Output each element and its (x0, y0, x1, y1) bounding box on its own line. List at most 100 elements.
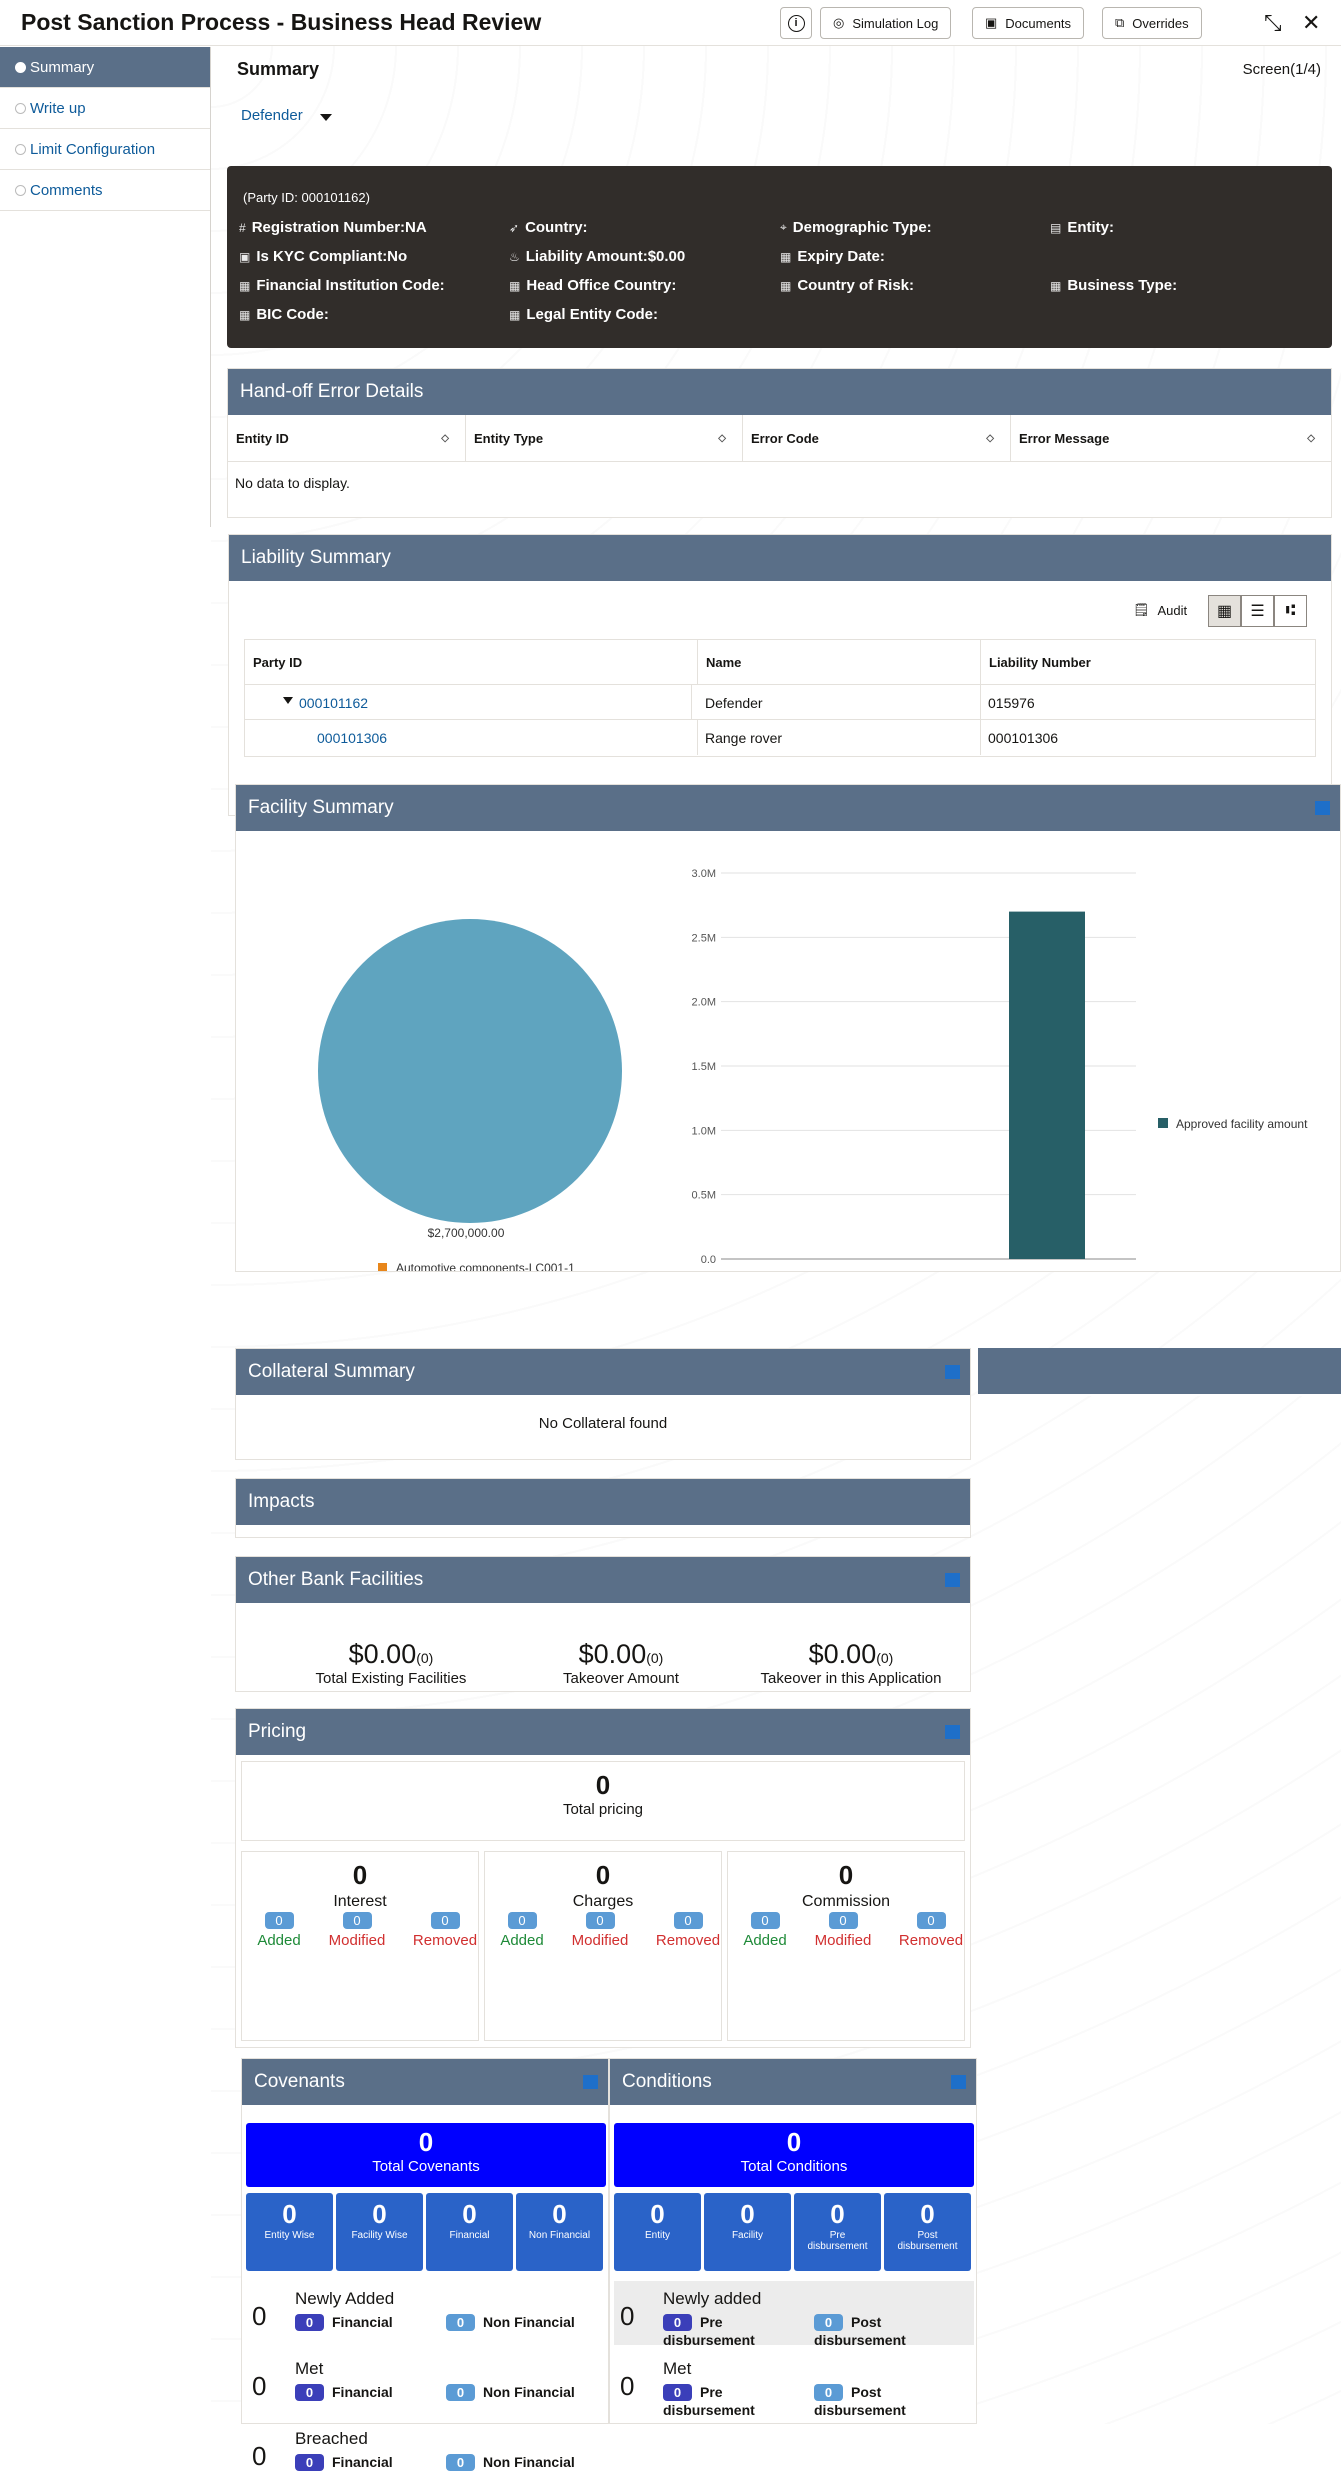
panel-title-text: Collateral Summary (248, 1361, 415, 1382)
party-id-link[interactable]: 000101162 (292, 685, 692, 720)
summary-box[interactable]: 0 Facility Wise (336, 2193, 423, 2271)
list-view-icon[interactable]: ☰ (1241, 595, 1274, 627)
table-row[interactable]: 000101162 Defender 015976 (245, 684, 1315, 720)
row-count: 0 (620, 2301, 635, 2331)
grid-icon[interactable] (583, 2075, 598, 2089)
sort-icon[interactable]: ◇ (986, 433, 994, 444)
y-tick-label: 0.0 (701, 1254, 716, 1266)
y-tick-label: 2.0M (692, 997, 716, 1009)
panel-title-text: Other Bank Facilities (248, 1569, 424, 1590)
summary-box[interactable]: 0 Non Financial (516, 2193, 603, 2271)
count-badge: 0 (916, 1912, 946, 1929)
blank-panel (978, 1348, 1341, 1396)
tree-view-icon[interactable]: ⑆ (1274, 595, 1307, 627)
count-badge: 0 (585, 1912, 615, 1929)
overrides-button[interactable]: ⧉ Overrides (1102, 7, 1202, 39)
party-id-link[interactable]: 000101306 (310, 720, 698, 755)
pricing-sub-stat[interactable]: 0 Added (487, 1912, 557, 1949)
sort-icon[interactable]: ◇ (1307, 433, 1315, 444)
building-icon: ▦ (780, 278, 792, 293)
group-value: 0 (838, 1860, 854, 1890)
total-covenants-box[interactable]: 0 Total Covenants (246, 2123, 606, 2187)
grid-icon[interactable] (945, 1725, 960, 1739)
grid-icon[interactable] (1315, 801, 1330, 815)
total-conditions-box[interactable]: 0 Total Conditions (614, 2123, 974, 2187)
box-value: 0 (282, 2199, 297, 2229)
grid-icon[interactable] (951, 2075, 966, 2089)
pricing-sub-stat[interactable]: 0 Modified (565, 1912, 635, 1949)
field-text: Financial Institution Code: (256, 277, 445, 294)
name-cell: Range rover (698, 720, 981, 755)
pricing-sub-stat[interactable]: 0 Added (730, 1912, 800, 1949)
sub-label: Added (500, 1932, 544, 1949)
column-header[interactable]: Entity ID ◇ (228, 415, 466, 462)
list-item[interactable]: 0 Breached 0 Financial 0 Non Financial (246, 2421, 606, 2485)
liability-amount: ♨ Liability Amount:$0.00 (509, 248, 685, 265)
step-dot-icon (15, 143, 26, 155)
pricing-sub-stat[interactable]: 0 Modified (808, 1912, 878, 1949)
grid-icon[interactable] (945, 1573, 960, 1587)
column-header[interactable]: Entity Type ◇ (466, 415, 743, 462)
list-item[interactable]: 0 Met 0 Pre disbursement 0 Post disbursement (614, 2351, 974, 2418)
row-tag-b: 0 Non Financial (446, 2313, 596, 2331)
sub-label: Modified (571, 1932, 629, 1949)
table-view-icon[interactable]: ▦ (1208, 595, 1241, 627)
pie-legend-label: Automotive components-LC001-1 (396, 1261, 575, 1271)
box-label: Entity (644, 2230, 670, 2241)
pricing-sub-stat[interactable]: 0 Removed (653, 1912, 723, 1949)
documents-label: Documents (1005, 15, 1072, 31)
summary-box[interactable]: 0 Pre disbursement (794, 2193, 881, 2271)
sidebar-item-comments[interactable]: Comments (0, 170, 210, 211)
summary-box[interactable]: 0 Facility (704, 2193, 791, 2271)
grid-icon[interactable] (945, 1365, 960, 1379)
audit-button[interactable]: 🗒 Audit (1133, 602, 1187, 618)
sidebar-item-write-up[interactable]: Write up (0, 88, 210, 129)
column-header[interactable]: Error Code ◇ (743, 415, 1011, 462)
conditions-panel: Conditions 0 Total Conditions 0 Entity 0 Fa… (609, 2058, 977, 2424)
summary-box[interactable]: 0 Entity Wise (246, 2193, 333, 2271)
pricing-sub-stat[interactable]: 0 Removed (896, 1912, 966, 1949)
bar[interactable] (1009, 911, 1085, 1259)
row-count: 0 (252, 2441, 267, 2471)
sort-icon[interactable]: ◇ (441, 433, 449, 444)
sidebar-item-limit-configuration[interactable]: Limit Configuration (0, 129, 210, 170)
stat-value: $0.00 (348, 1639, 417, 1669)
close-icon[interactable]: ✕ (1302, 10, 1320, 36)
summary-box[interactable]: 0 Entity (614, 2193, 701, 2271)
pricing-sub-stat[interactable]: 0 Modified (322, 1912, 392, 1949)
chevron-down-icon[interactable] (320, 114, 332, 121)
bar-legend-swatch (1158, 1118, 1168, 1128)
count-badge: 0 (446, 2384, 475, 2401)
pie-slice[interactable] (318, 919, 622, 1223)
expiry-date: ▦ Expiry Date: (780, 248, 885, 265)
info-button[interactable]: i (780, 7, 812, 39)
column-header[interactable]: Error Message ◇ (1011, 415, 1331, 462)
party-selector[interactable]: Defender (241, 107, 303, 124)
count-badge: 0 (814, 2314, 843, 2331)
summary-box[interactable]: 0 Financial (426, 2193, 513, 2271)
pricing-sub-stat[interactable]: 0 Added (244, 1912, 314, 1949)
sidebar-item-summary[interactable]: Summary (0, 47, 210, 88)
step-dot-icon (15, 102, 26, 114)
count-badge: 0 (663, 2314, 692, 2331)
pricing-panel: Pricing 0 Total pricing 0 Interest 0 Added 0… (235, 1708, 971, 2048)
card-icon: ▣ (239, 249, 251, 264)
list-item[interactable]: 0 Newly Added 0 Financial 0 Non Financial (246, 2281, 606, 2345)
box-label: Facility Wise (351, 2230, 408, 2241)
minimize-icon[interactable]: ⤡ (1264, 10, 1282, 36)
table-row[interactable]: 000101306 Range rover 000101306 (245, 719, 1315, 755)
main-content: Summary Screen(1/4) Defender (Party ID: … (211, 46, 1341, 2471)
panel-title (978, 1348, 1341, 1394)
panel-title: Hand-off Error Details (228, 369, 1331, 415)
pricing-group: 0 Interest 0 Added 0 Modified 0 Removed (241, 1851, 479, 2041)
list-item[interactable]: 0 Met 0 Financial 0 Non Financial (246, 2351, 606, 2415)
simulation-log-button[interactable]: ◎ Simulation Log (820, 7, 952, 39)
field-text: Demographic Type: (792, 219, 932, 236)
field-text: Legal Entity Code: (526, 306, 659, 323)
documents-button[interactable]: ▣ Documents (972, 7, 1085, 39)
sort-icon[interactable]: ◇ (718, 433, 726, 444)
list-item[interactable]: 0 Newly added 0 Pre disbursement 0 Post disbu… (614, 2281, 974, 2348)
pricing-sub-stat[interactable]: 0 Removed (410, 1912, 480, 1949)
takeover-amount: $0.00(0) Takeover Amount (506, 1639, 736, 1687)
summary-box[interactable]: 0 Post disbursement (884, 2193, 971, 2271)
